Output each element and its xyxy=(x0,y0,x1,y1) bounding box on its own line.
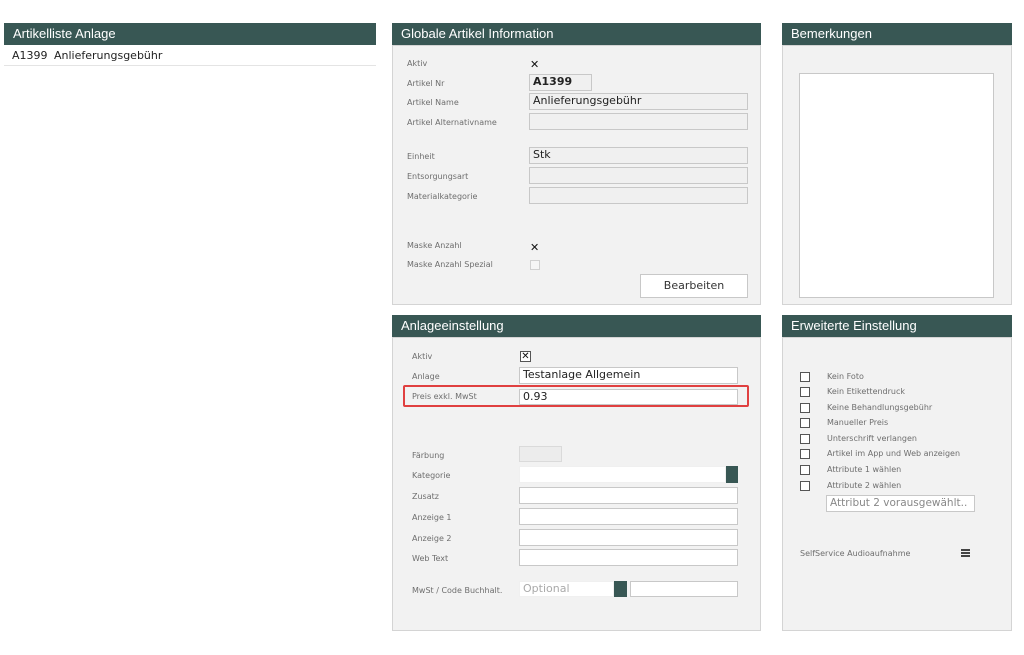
maske-anzahl-label: Maske Anzahl xyxy=(407,241,462,250)
zusatz-label: Zusatz xyxy=(412,492,439,501)
global-info-title: Globale Artikel Information xyxy=(401,26,554,41)
kategorie-field[interactable] xyxy=(519,466,726,483)
option-checkbox[interactable] xyxy=(800,403,810,413)
extended-header: Erweiterte Einstellung xyxy=(782,315,1012,337)
option-checkbox[interactable] xyxy=(800,449,810,459)
option-label: Attribute 2 wählen xyxy=(827,481,902,490)
remarks-textarea[interactable] xyxy=(799,73,994,298)
materialkategorie-label: Materialkategorie xyxy=(407,192,478,201)
option-checkbox[interactable] xyxy=(800,418,810,428)
audio-label: SelfService Audioaufnahme xyxy=(800,549,911,558)
alternativname-label: Artikel Alternativname xyxy=(407,118,497,127)
artikel-nr-field[interactable]: A1399 xyxy=(529,74,592,91)
anlage-label: Anlage xyxy=(412,372,440,381)
aktiv-checkbox[interactable]: ✕ xyxy=(530,59,539,70)
einheit-label: Einheit xyxy=(407,152,435,161)
kategorie-dropdown-button[interactable] xyxy=(726,466,738,483)
faerbung-color-picker[interactable] xyxy=(519,446,562,462)
entsorgungsart-field[interactable] xyxy=(529,167,748,184)
materialkategorie-field[interactable] xyxy=(529,187,748,204)
option-label: Artikel im App und Web anzeigen xyxy=(827,449,961,458)
anlage-title: Anlageeinstellung xyxy=(401,318,504,333)
anlage-aktiv-checkbox[interactable]: ✕ xyxy=(520,351,531,362)
anzeige2-field[interactable] xyxy=(519,529,738,546)
anzeige1-field[interactable] xyxy=(519,508,738,525)
option-checkbox[interactable] xyxy=(800,481,810,491)
anzeige1-label: Anzeige 1 xyxy=(412,513,452,522)
list-panel-header: Artikelliste Anlage xyxy=(4,23,376,45)
webtext-field[interactable] xyxy=(519,549,738,566)
edit-button[interactable]: Bearbeiten xyxy=(640,274,748,298)
remarks-title: Bemerkungen xyxy=(791,26,872,41)
maske-anzahl-checkbox[interactable]: ✕ xyxy=(530,242,539,253)
artikel-nr-label: Artikel Nr xyxy=(407,79,445,88)
option-label: Keine Behandlungsgebühr xyxy=(827,403,933,412)
list-item-code: A1399 xyxy=(12,49,48,62)
artikel-name-field[interactable]: Anlieferungsgebühr xyxy=(529,93,748,110)
anlage-field[interactable]: Testanlage Allgemein xyxy=(519,367,738,384)
zusatz-field[interactable] xyxy=(519,487,738,504)
faerbung-label: Färbung xyxy=(412,451,445,460)
anlage-header: Anlageeinstellung xyxy=(392,315,761,337)
maske-anzahl-spezial-label: Maske Anzahl Spezial xyxy=(407,260,493,269)
global-info-header: Globale Artikel Information xyxy=(392,23,761,45)
mwst-label: MwSt / Code Buchhalt. xyxy=(412,586,503,595)
hamburger-menu-icon[interactable] xyxy=(961,549,970,557)
mwst-code-field[interactable]: Optional xyxy=(519,581,614,597)
list-panel-title: Artikelliste Anlage xyxy=(13,26,116,41)
remarks-header: Bemerkungen xyxy=(782,23,1012,45)
anlage-aktiv-label: Aktiv xyxy=(412,352,433,361)
option-checkbox[interactable] xyxy=(800,387,810,397)
extended-title: Erweiterte Einstellung xyxy=(791,318,917,333)
artikel-name-label: Artikel Name xyxy=(407,98,459,107)
preis-field[interactable]: 0.93 xyxy=(519,389,738,405)
attribute2-preselect-field[interactable]: Attribut 2 vorausgewählt.. xyxy=(826,495,975,512)
mwst-description-field[interactable] xyxy=(630,581,738,597)
einheit-field[interactable]: Stk xyxy=(529,147,748,164)
list-item[interactable]: A1399 Anlieferungsgebühr xyxy=(4,46,376,66)
option-label: Manueller Preis xyxy=(827,418,889,427)
preis-label: Preis exkl. MwSt xyxy=(412,392,477,401)
option-checkbox[interactable] xyxy=(800,465,810,475)
option-label: Kein Etikettendruck xyxy=(827,387,906,396)
option-label: Unterschrift verlangen xyxy=(827,434,917,443)
option-checkbox[interactable] xyxy=(800,372,810,382)
webtext-label: Web Text xyxy=(412,554,449,563)
aktiv-label: Aktiv xyxy=(407,59,428,68)
option-label: Kein Foto xyxy=(827,372,864,381)
maske-anzahl-spezial-checkbox[interactable] xyxy=(530,260,540,270)
anzeige2-label: Anzeige 2 xyxy=(412,534,452,543)
entsorgungsart-label: Entsorgungsart xyxy=(407,172,469,181)
kategorie-label: Kategorie xyxy=(412,471,451,480)
option-checkbox[interactable] xyxy=(800,434,810,444)
alternativname-field[interactable] xyxy=(529,113,748,130)
mwst-dropdown-button[interactable] xyxy=(614,581,627,597)
list-item-name: Anlieferungsgebühr xyxy=(54,49,163,62)
option-label: Attribute 1 wählen xyxy=(827,465,902,474)
